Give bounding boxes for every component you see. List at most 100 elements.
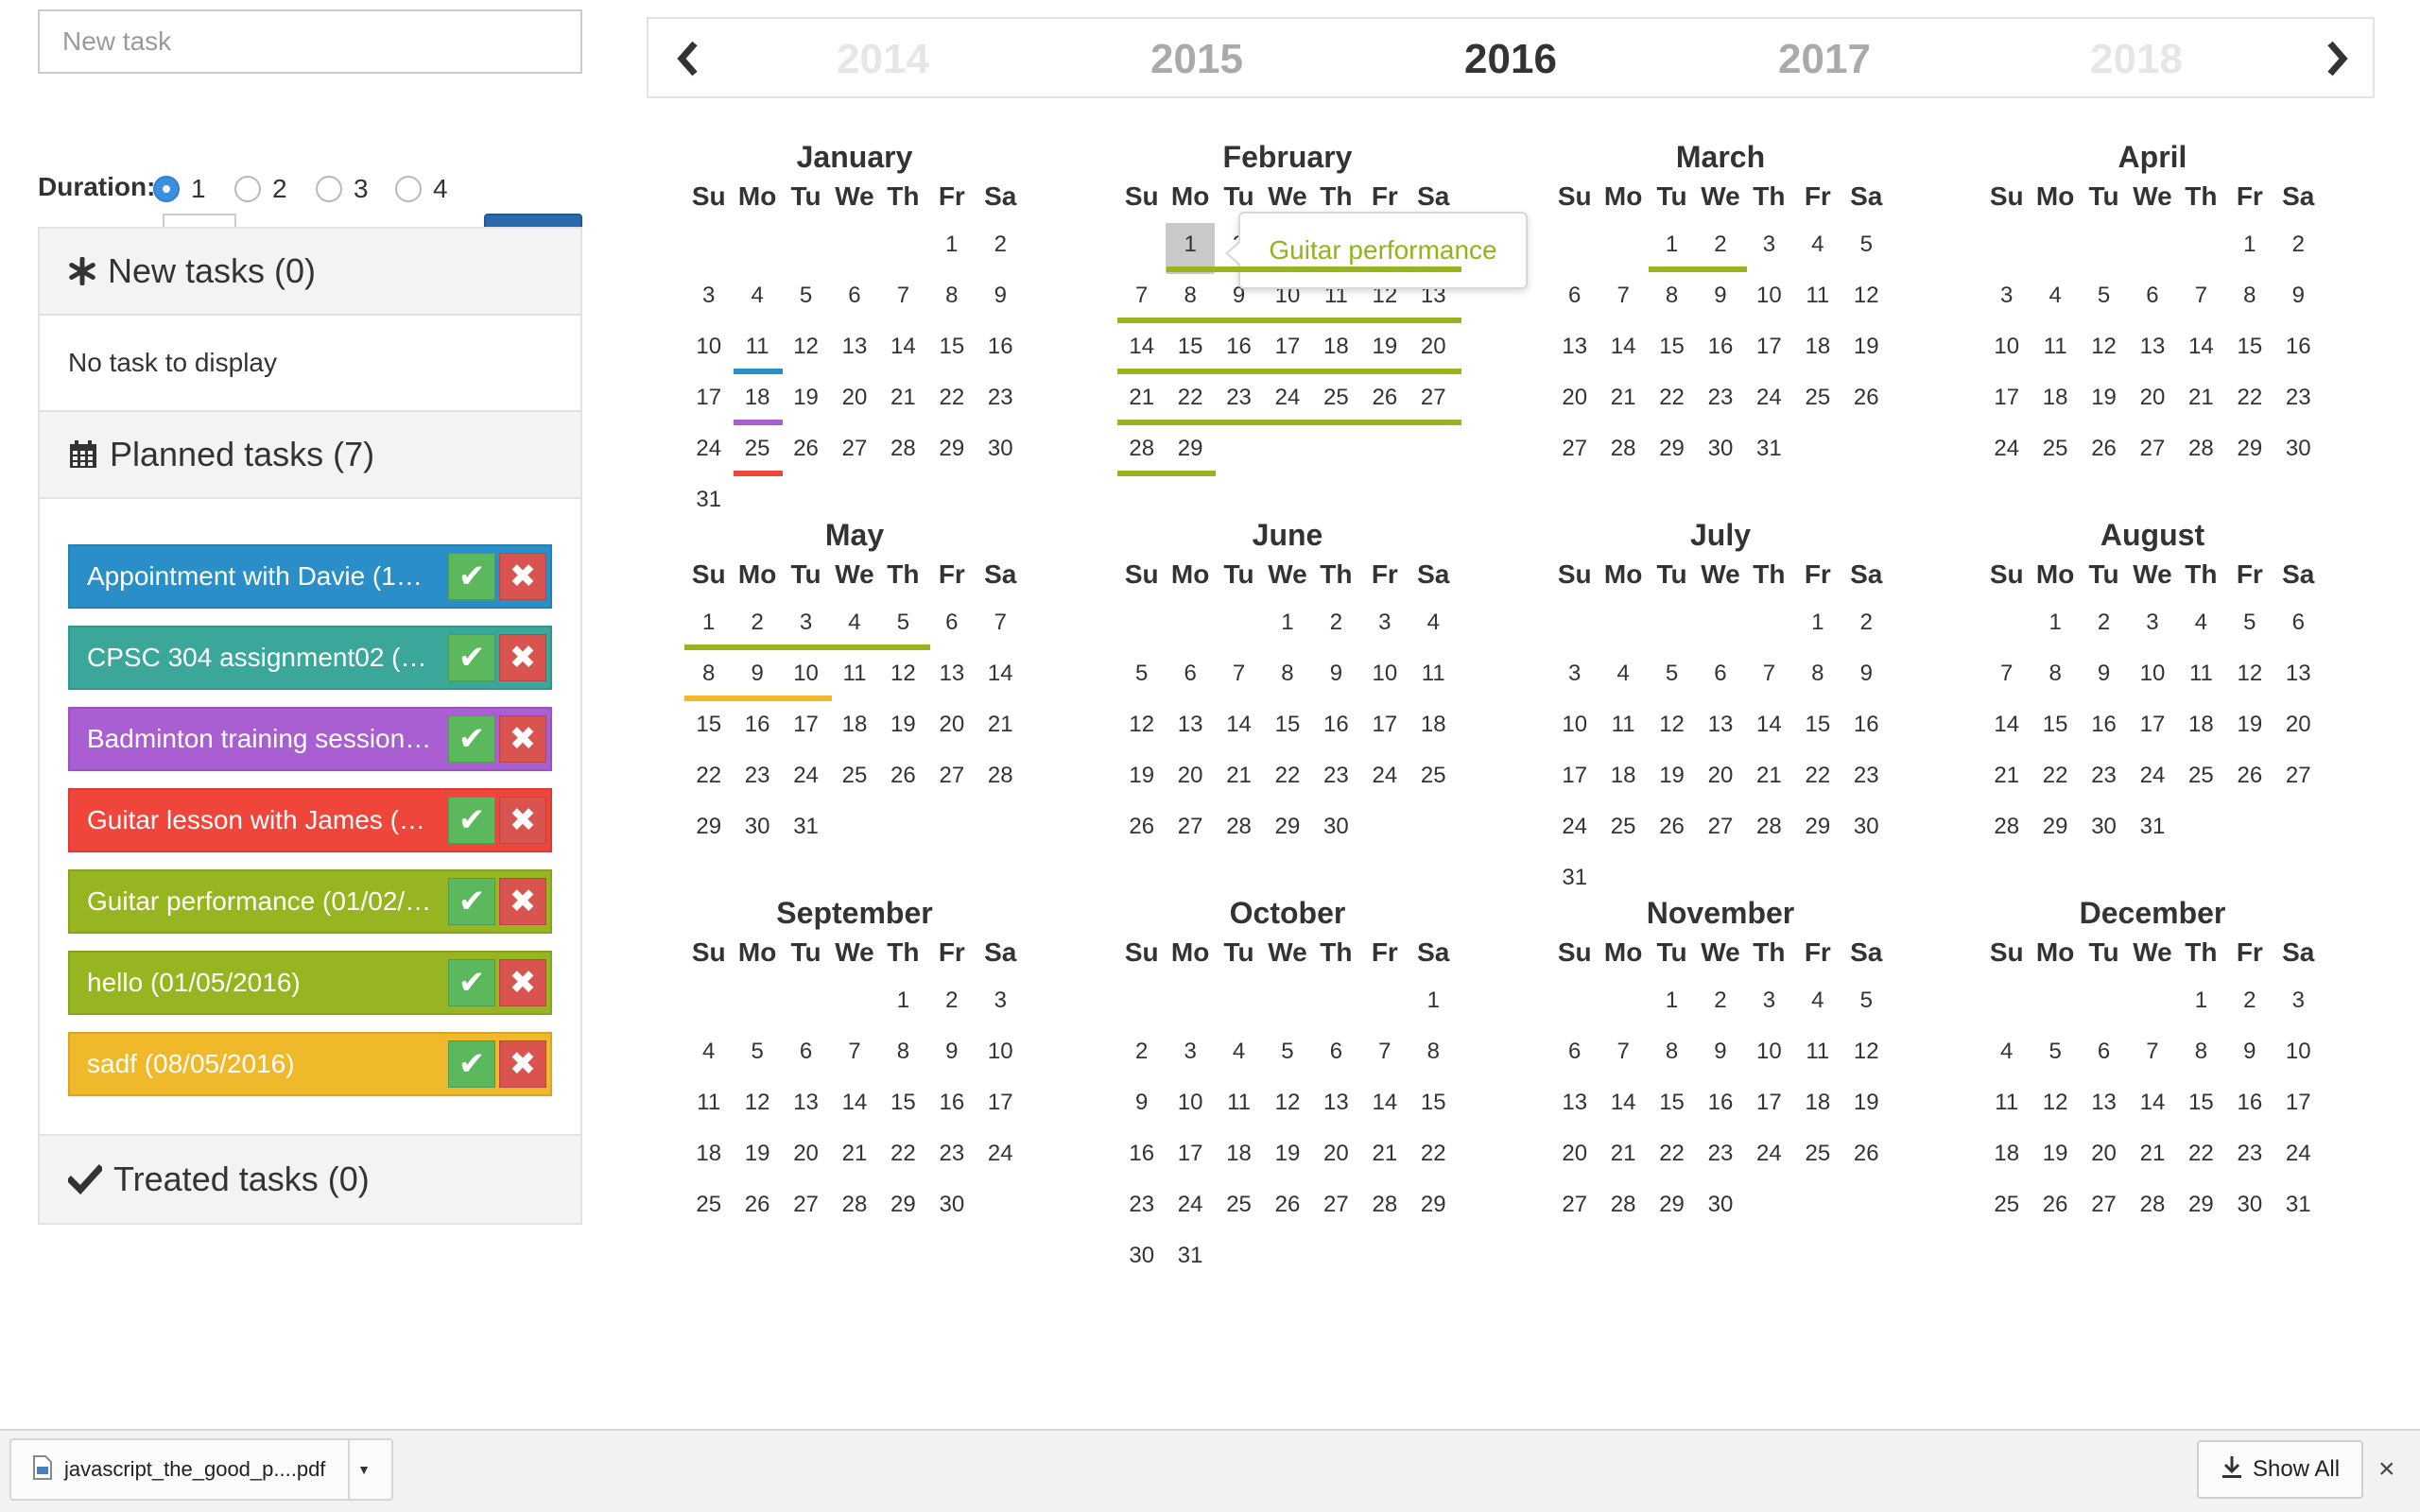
day-cell[interactable]: 12 (733, 1081, 781, 1132)
day-cell[interactable]: 4 (684, 1030, 733, 1081)
day-cell[interactable]: 12 (782, 325, 830, 376)
day-cell[interactable]: 16 (2225, 1081, 2273, 1132)
day-cell[interactable]: 28 (879, 427, 927, 478)
day-cell[interactable]: 17 (1550, 754, 1599, 805)
delete-task-cross-icon[interactable]: ✖ (499, 959, 546, 1006)
planned-task-item[interactable]: Guitar performance (01/02/… ✔ ✖ (68, 869, 552, 934)
day-cell[interactable]: 30 (977, 427, 1025, 478)
day-cell[interactable]: 25 (684, 1183, 733, 1234)
day-cell[interactable]: 28 (1360, 1183, 1409, 1234)
day-cell[interactable]: 23 (2274, 376, 2323, 427)
day-cell[interactable]: 15 (684, 703, 733, 754)
year-2018[interactable]: 2018 (2042, 36, 2231, 83)
day-cell[interactable]: 23 (977, 376, 1025, 427)
day-cell[interactable]: 14 (1215, 703, 1263, 754)
planned-task-item[interactable]: Appointment with Davie (1… ✔ ✖ (68, 544, 552, 609)
day-cell[interactable]: 14 (830, 1081, 878, 1132)
day-cell[interactable]: 29 (2225, 427, 2273, 478)
day-cell[interactable]: 22 (1793, 754, 1841, 805)
day-cell[interactable]: 2 (1312, 601, 1360, 652)
day-cell[interactable]: 23 (927, 1132, 976, 1183)
day-cell[interactable]: 28 (1745, 805, 1793, 856)
day-cell[interactable]: 10 (1166, 1081, 1214, 1132)
day-cell[interactable]: 7 (1599, 1030, 1647, 1081)
day-cell[interactable]: 20 (2080, 1132, 2128, 1183)
complete-task-check-icon[interactable]: ✔ (448, 634, 495, 681)
day-cell[interactable]: 26 (2080, 427, 2128, 478)
day-cell[interactable]: 19 (1648, 754, 1696, 805)
day-cell[interactable]: 29 (684, 805, 733, 856)
day-cell[interactable]: 16 (1117, 1132, 1166, 1183)
day-cell[interactable]: 20 (2274, 703, 2323, 754)
planned-tasks-header[interactable]: Planned tasks (7) (40, 412, 580, 499)
day-cell[interactable]: 18 (1409, 703, 1458, 754)
day-cell[interactable]: 14 (2128, 1081, 2176, 1132)
day-cell[interactable]: 30 (1312, 805, 1360, 856)
day-cell[interactable]: 24 (684, 427, 733, 478)
day-cell[interactable]: 27 (1312, 1183, 1360, 1234)
day-cell[interactable]: 20 (1312, 1132, 1360, 1183)
day-cell[interactable]: 15 (1409, 1081, 1458, 1132)
day-cell[interactable]: 25 (1599, 805, 1647, 856)
day-cell[interactable]: 25 (2177, 754, 2225, 805)
planned-task-item[interactable]: hello (01/05/2016) ✔ ✖ (68, 951, 552, 1015)
day-cell[interactable]: 24 (977, 1132, 1025, 1183)
day-cell[interactable]: 1 (1793, 601, 1841, 652)
day-cell[interactable]: 23 (1117, 1183, 1166, 1234)
day-cell[interactable]: 10 (977, 1030, 1025, 1081)
day-cell[interactable]: 26 (1842, 376, 1891, 427)
day-cell[interactable]: 6 (2080, 1030, 2128, 1081)
day-cell[interactable]: 26 (879, 754, 927, 805)
day-cell[interactable]: 15 (2225, 325, 2273, 376)
day-cell[interactable]: 15 (1793, 703, 1841, 754)
day-cell[interactable]: 17 (782, 703, 830, 754)
day-cell[interactable]: 4 (733, 274, 781, 325)
day-cell[interactable]: 15 (2031, 703, 2079, 754)
day-cell[interactable]: 26 (2225, 754, 2273, 805)
day-cell[interactable]: 30 (733, 805, 781, 856)
day-cell[interactable]: 14 (1982, 703, 2031, 754)
day-cell[interactable]: 24 (1360, 754, 1409, 805)
day-cell[interactable]: 21 (1599, 376, 1647, 427)
day-cell[interactable]: 14 (2177, 325, 2225, 376)
planned-task-item[interactable]: Guitar lesson with James (… ✔ ✖ (68, 788, 552, 852)
day-cell[interactable]: 5 (1842, 223, 1891, 274)
day-cell[interactable]: 6 (1166, 652, 1214, 703)
day-cell[interactable]: 6 (927, 601, 976, 652)
delete-task-cross-icon[interactable]: ✖ (499, 797, 546, 844)
day-cell[interactable]: 7 (879, 274, 927, 325)
day-cell[interactable]: 4 (1599, 652, 1647, 703)
day-cell[interactable]: 28 (1599, 1183, 1647, 1234)
planned-task-item[interactable]: CPSC 304 assignment02 (… ✔ ✖ (68, 626, 552, 690)
day-cell[interactable]: 19 (1117, 754, 1166, 805)
day-cell[interactable]: 28 (977, 754, 1025, 805)
day-cell[interactable]: 27 (1166, 805, 1214, 856)
day-cell[interactable]: 20 (830, 376, 878, 427)
day-cell[interactable]: 16 (977, 325, 1025, 376)
day-cell[interactable]: 12 (2080, 325, 2128, 376)
complete-task-check-icon[interactable]: ✔ (448, 959, 495, 1006)
day-cell[interactable]: 25 (1793, 376, 1841, 427)
day-cell[interactable]: 10 (1745, 1030, 1793, 1081)
year-2017[interactable]: 2017 (1730, 36, 1919, 83)
day-cell[interactable]: 3 (1982, 274, 2031, 325)
day-cell[interactable]: 15 (1263, 703, 1311, 754)
day-cell[interactable]: 7 (1215, 652, 1263, 703)
day-cell[interactable]: 27 (830, 427, 878, 478)
day-cell[interactable]: 30 (1696, 427, 1744, 478)
day-cell[interactable]: 21 (977, 703, 1025, 754)
day-cell[interactable]: 8 (1793, 652, 1841, 703)
day-cell[interactable]: 21 (1360, 1132, 1409, 1183)
day-cell[interactable]: 7 (1982, 652, 2031, 703)
day-cell[interactable]: 28 (1215, 805, 1263, 856)
day-cell[interactable]: 27 (2080, 1183, 2128, 1234)
day-cell[interactable]: 14 (977, 652, 1025, 703)
day-cell[interactable]: 11 (1982, 1081, 2031, 1132)
day-cell[interactable]: 3 (2128, 601, 2176, 652)
day-cell[interactable]: 17 (1166, 1132, 1214, 1183)
day-cell[interactable]: 7 (2128, 1030, 2176, 1081)
day-cell[interactable]: 22 (1409, 1132, 1458, 1183)
day-cell[interactable]: 11 (1793, 274, 1841, 325)
day-cell[interactable]: 21 (2177, 376, 2225, 427)
day-cell[interactable]: 15 (927, 325, 976, 376)
